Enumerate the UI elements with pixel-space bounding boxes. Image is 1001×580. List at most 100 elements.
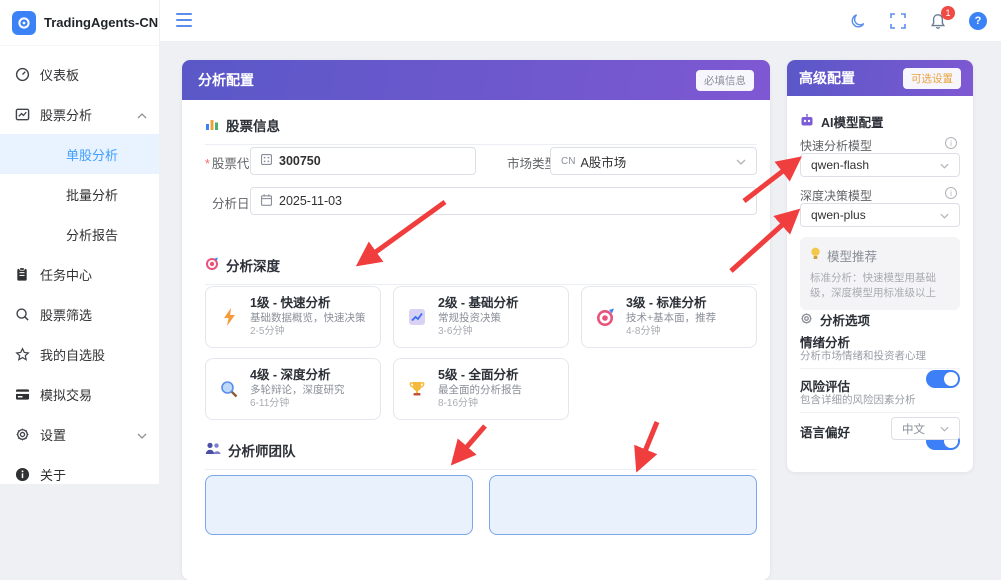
analyst-card-1[interactable] (205, 475, 473, 535)
fullscreen-icon[interactable] (889, 12, 907, 30)
watchlist-star-icon (14, 346, 30, 362)
chevron-down-icon (940, 208, 949, 222)
sidebar-item-batch-analysis[interactable]: 批量分析 (0, 174, 159, 214)
depth-card-time: 4-8分钟 (626, 326, 716, 338)
stock-code-value: 300750 (279, 154, 321, 168)
sidebar-item-watchlist[interactable]: 我的自选股 (0, 334, 159, 374)
quick-model-select[interactable]: qwen-flash (800, 153, 960, 177)
top-header: 1 ? (160, 0, 1001, 42)
sidebar-item-label: 股票筛选 (40, 305, 92, 324)
sidebar-item-stock-analysis[interactable]: 股票分析 (0, 94, 159, 134)
language-label: 语言偏好 (800, 422, 850, 441)
market-type-select[interactable]: CN A股市场 (550, 147, 757, 175)
sidebar-item-settings[interactable]: 设置 (0, 414, 159, 454)
optional-settings-badge: 可选设置 (903, 68, 961, 89)
deep-model-select[interactable]: qwen-plus (800, 203, 960, 227)
task-center-icon (14, 266, 30, 282)
people-icon (205, 442, 221, 458)
section-divider (205, 144, 757, 145)
settings-gear-icon (14, 426, 30, 442)
sidebar-item-label: 股票分析 (40, 105, 92, 124)
depth-card-desc: 多轮辩论，深度研究 (250, 384, 345, 397)
calendar-icon (261, 194, 272, 209)
depth-card-time: 6-11分钟 (250, 398, 345, 410)
analysis-config-header: 分析配置 必填信息 (182, 60, 770, 100)
menu-toggle-icon[interactable] (176, 13, 192, 27)
notifications-bell-icon[interactable]: 1 (929, 12, 947, 30)
sidebar-item-label: 仪表板 (40, 65, 79, 84)
chevron-down-icon (736, 154, 746, 168)
analysis-date-value: 2025-11-03 (279, 194, 342, 208)
sentiment-toggle[interactable] (926, 370, 960, 388)
section-divider (205, 469, 757, 470)
sidebar-item-task-center[interactable]: 任务中心 (0, 254, 159, 294)
sentiment-desc: 分析市场情绪和投资者心理 (800, 348, 926, 363)
sidebar-item-stock-screener[interactable]: 股票筛选 (0, 294, 159, 334)
sidebar-item-about[interactable]: 关于 (0, 454, 159, 494)
stock-screener-icon (14, 306, 30, 322)
sidebar-item-label: 任务中心 (40, 265, 92, 284)
help-icon[interactable]: ? (969, 12, 987, 30)
sidebar-item-analysis-report[interactable]: 分析报告 (0, 214, 159, 254)
about-info-icon (14, 466, 30, 482)
analyst-card-2[interactable] (489, 475, 757, 535)
sidebar-item-label: 单股分析 (66, 145, 118, 164)
depth-card-desc: 最全面的分析报告 (438, 384, 522, 397)
depth-card-title: 4级 - 深度分析 (250, 368, 345, 383)
app-logo-row[interactable]: TradingAgents-CN (0, 0, 159, 46)
sidebar-nav: 仪表板 股票分析 单股分析 批量分析 分析报告 任务中心 (0, 46, 159, 494)
depth-card-title: 5级 - 全面分析 (438, 368, 522, 383)
depth-section-title: 分析深度 (205, 255, 757, 275)
quick-model-label: 快速分析模型 (800, 137, 872, 154)
required-info-badge: 必填信息 (696, 70, 754, 91)
chevron-up-icon (137, 107, 147, 122)
magnifier-icon (218, 380, 240, 398)
model-recommendation-box: 模型推荐 标准分析：快速模型用基础级，深度模型用标准级以上 (800, 237, 960, 310)
sidebar: TradingAgents-CN 仪表板 股票分析 单股分析 批量分析 分析报告 (0, 0, 160, 484)
notification-badge: 1 (941, 6, 955, 20)
sidebar-item-paper-trading[interactable]: 模拟交易 (0, 374, 159, 414)
dark-mode-moon-icon[interactable] (849, 12, 867, 30)
bar-chart-icon (205, 117, 219, 134)
chart-up-icon (406, 308, 428, 326)
keypad-icon (261, 154, 272, 168)
depth-card-title: 3级 - 标准分析 (626, 296, 716, 311)
quick-model-value: qwen-flash (811, 158, 869, 172)
recommendation-title: 模型推荐 (810, 246, 950, 265)
depth-card-desc: 技术+基本面，推荐 (626, 312, 716, 325)
depth-card-level2[interactable]: 2级 - 基础分析 常规投资决策 3-6分钟 (393, 286, 569, 348)
sidebar-item-label: 设置 (40, 425, 66, 444)
depth-card-time: 3-6分钟 (438, 326, 519, 338)
ai-model-section-title: AI模型配置 (800, 112, 884, 131)
team-section-title: 分析师团队 (205, 440, 757, 460)
robot-icon (800, 114, 814, 130)
chevron-down-icon (940, 158, 949, 172)
sidebar-item-label: 模拟交易 (40, 385, 92, 404)
analysis-date-input[interactable]: 2025-11-03 (250, 187, 757, 215)
bulb-icon (810, 247, 821, 264)
sidebar-item-label: 关于 (40, 465, 66, 484)
deep-model-label: 深度决策模型 (800, 187, 872, 204)
sidebar-item-single-stock[interactable]: 单股分析 (0, 134, 159, 174)
depth-card-level5[interactable]: 5级 - 全面分析 最全面的分析报告 8-16分钟 (393, 358, 569, 420)
sidebar-item-label: 我的自选股 (40, 345, 105, 364)
dashboard-icon (14, 66, 30, 82)
risk-desc: 包含详细的风险因素分析 (800, 392, 916, 407)
info-icon[interactable]: i (945, 187, 957, 199)
depth-card-level3[interactable]: 3级 - 标准分析 技术+基本面，推荐 4-8分钟 (581, 286, 757, 348)
app-title: TradingAgents-CN (44, 15, 158, 30)
info-icon[interactable]: i (945, 137, 957, 149)
depth-card-time: 2-5分钟 (250, 326, 366, 338)
depth-card-level1[interactable]: 1级 - 快速分析 基础数据概览，快速决策 2-5分钟 (205, 286, 381, 348)
options-section-title: 分析选项 (800, 310, 870, 329)
language-select[interactable]: 中文 (891, 417, 960, 440)
sidebar-item-dashboard[interactable]: 仪表板 (0, 54, 159, 94)
lightning-icon (218, 308, 240, 326)
chevron-down-icon (940, 423, 949, 435)
gear-icon (800, 312, 813, 328)
chevron-down-icon (137, 427, 147, 442)
stock-code-input[interactable]: 300750 (250, 147, 476, 175)
depth-card-level4[interactable]: 4级 - 深度分析 多轮辩论，深度研究 6-11分钟 (205, 358, 381, 420)
advanced-config-header: 高级配置 可选设置 (787, 60, 973, 96)
section-divider (205, 284, 757, 285)
